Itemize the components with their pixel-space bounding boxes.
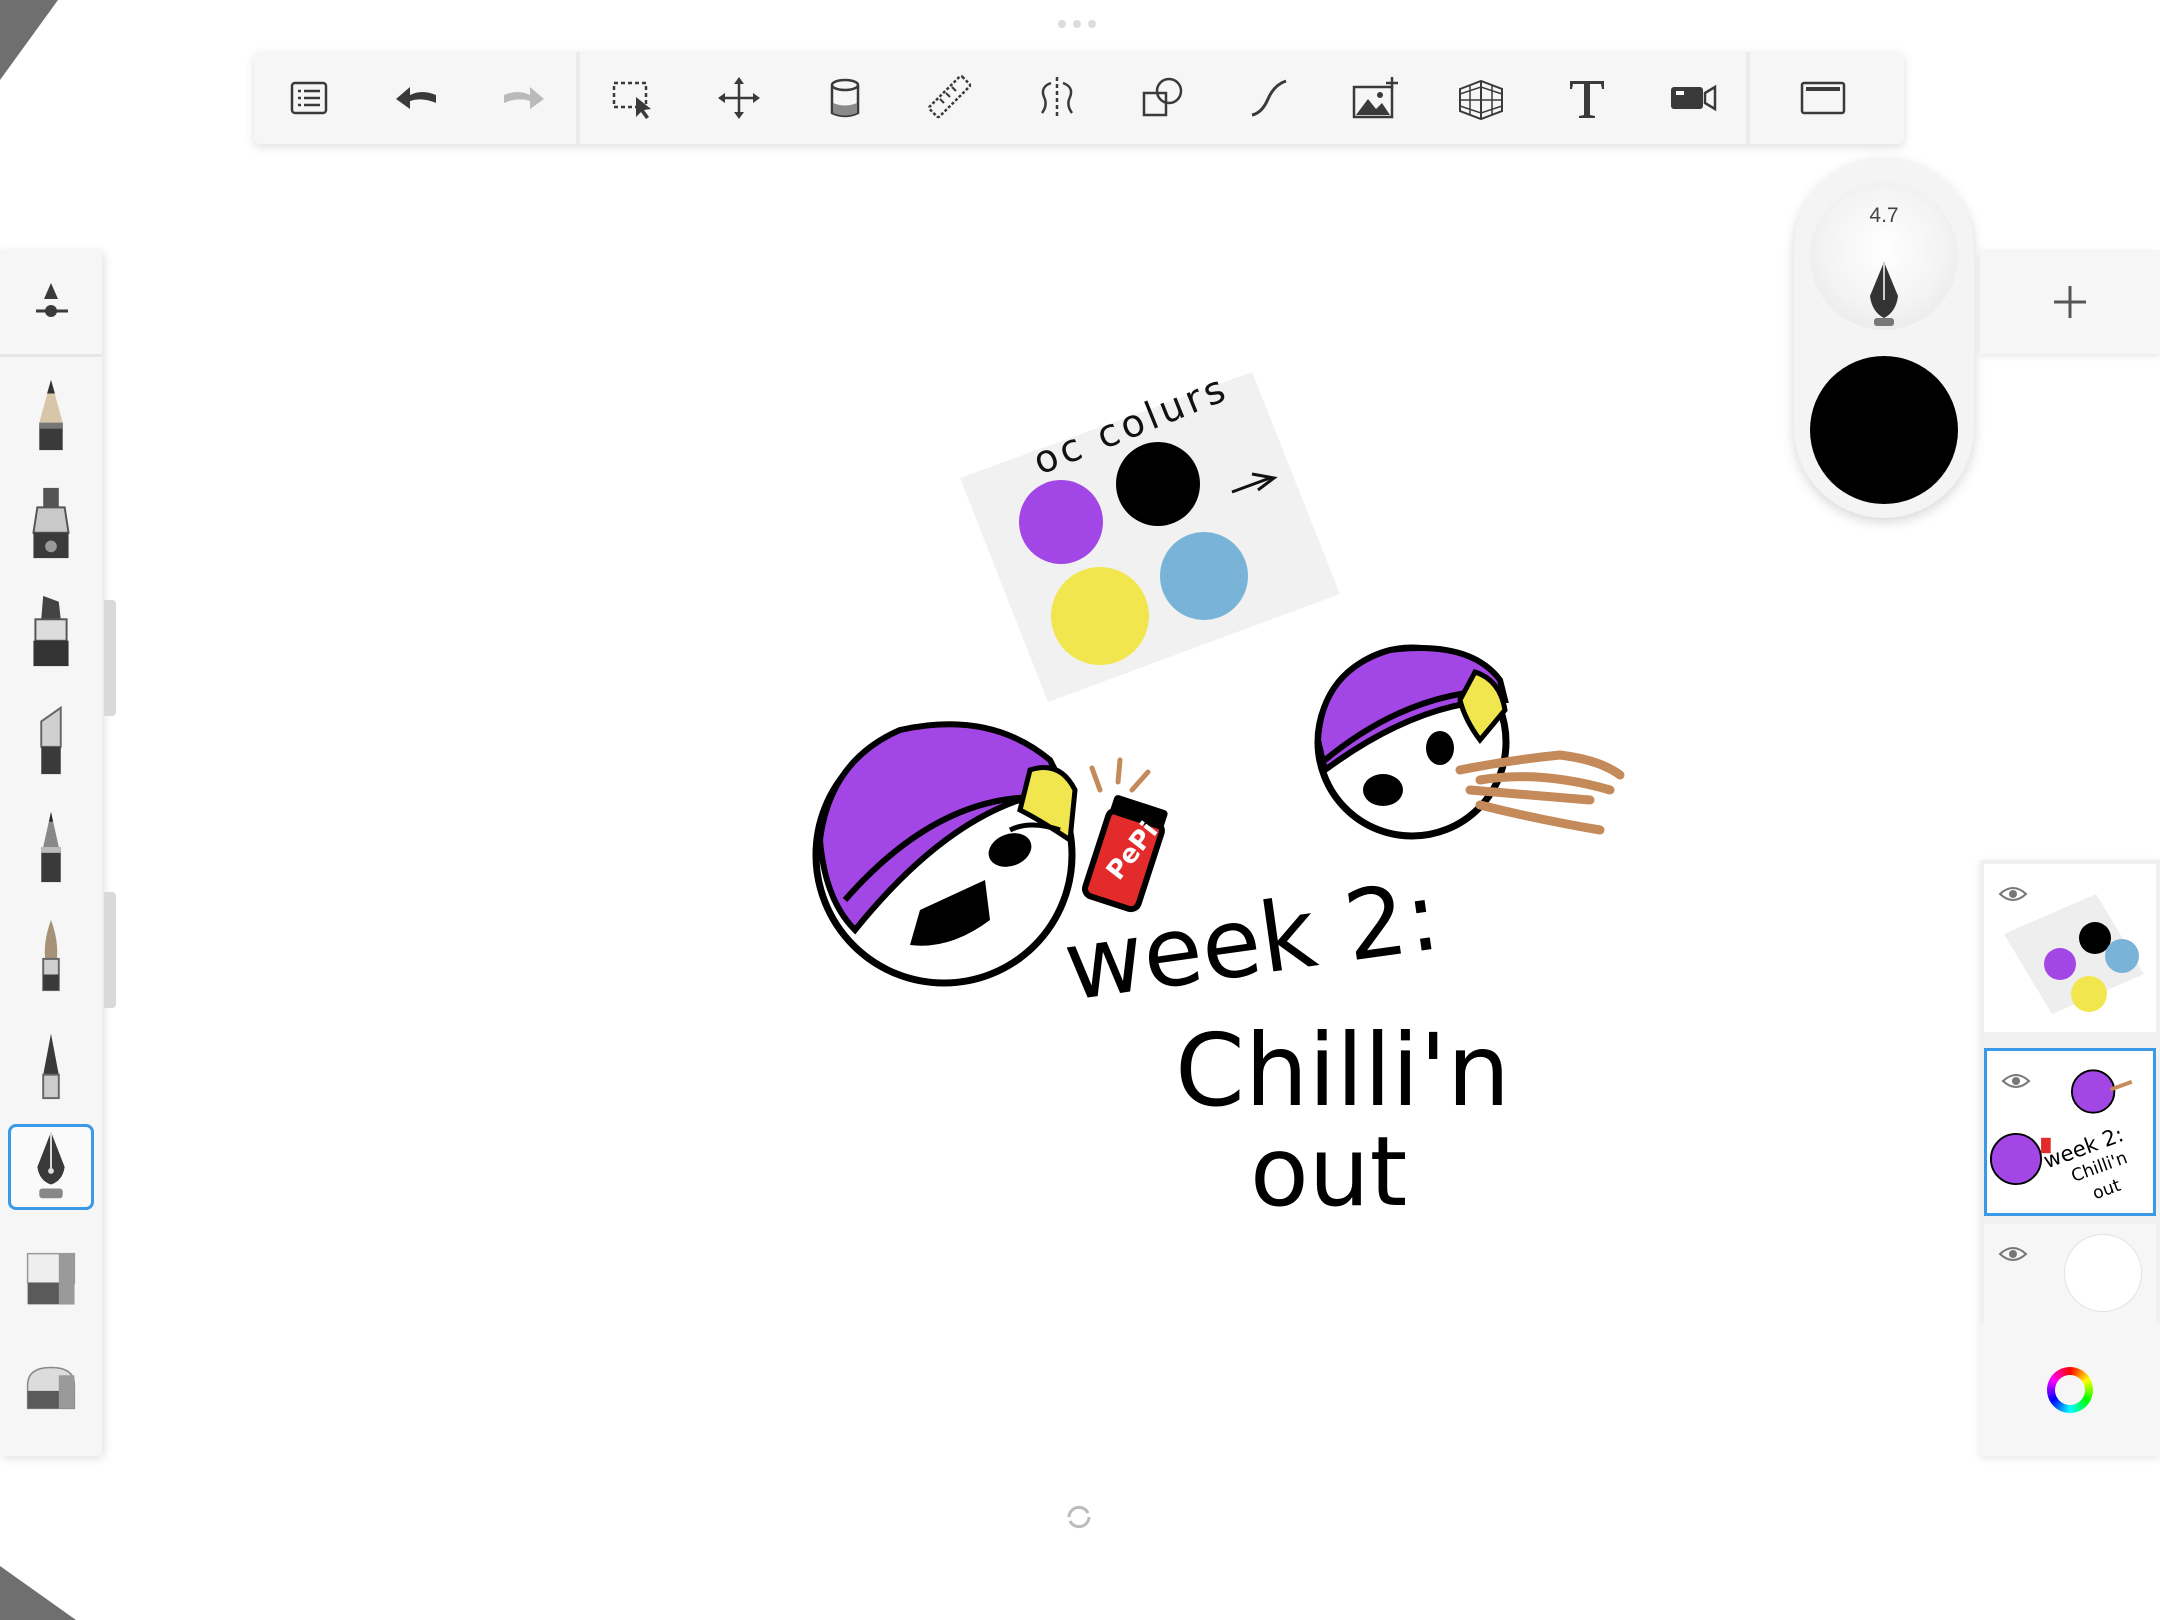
marker-icon[interactable] — [8, 588, 94, 674]
brush-opacity-slider[interactable] — [104, 892, 116, 1008]
fullscreen-icon[interactable] — [1750, 52, 1896, 144]
can-label: PePi — [1101, 817, 1164, 886]
add-layer-button[interactable] — [1980, 250, 2160, 354]
title-line-3: out — [1250, 1116, 1407, 1228]
shapes-icon[interactable] — [1110, 52, 1216, 144]
color-editor-button[interactable] — [1980, 1324, 2160, 1456]
brush-palette — [0, 250, 102, 1456]
background-color-circle — [2064, 1234, 2142, 1312]
brush-size-slider[interactable] — [104, 600, 116, 716]
brush-properties-icon[interactable] — [0, 250, 102, 357]
hard-eraser-icon[interactable] — [8, 1344, 94, 1430]
paintbrush-icon[interactable] — [8, 912, 94, 998]
transform-icon[interactable] — [686, 52, 792, 144]
record-icon[interactable] — [1640, 52, 1746, 144]
add-image-icon[interactable] — [1322, 52, 1428, 144]
palette-swatch-purple — [1019, 480, 1103, 564]
character-left: PePi — [812, 721, 1168, 987]
palette-swatch-yellow — [1051, 567, 1149, 665]
plus-icon — [2054, 286, 2086, 318]
selection-icon[interactable] — [580, 52, 686, 144]
chisel-marker-icon[interactable] — [8, 696, 94, 782]
top-toolbar — [254, 52, 1904, 144]
inking-pen-icon[interactable] — [8, 480, 94, 566]
technical-pen-icon[interactable] — [8, 804, 94, 890]
palette-swatch-blue — [1160, 532, 1248, 620]
palette-label: oc colurs — [1027, 365, 1235, 483]
artwork-title: week 2: Chilli'n out — [1058, 860, 1511, 1228]
redo-icon[interactable] — [470, 52, 576, 144]
curve-icon[interactable] — [1216, 52, 1322, 144]
soft-eraser-icon[interactable] — [8, 1236, 94, 1322]
pencil-icon[interactable] — [8, 372, 94, 458]
page-curl-bottom — [0, 1566, 76, 1620]
ballpoint-pen-icon[interactable] — [8, 1020, 94, 1106]
layer-palette[interactable] — [1984, 864, 2156, 1032]
layer-background[interactable] — [1984, 1224, 2156, 1324]
text-icon[interactable] — [1534, 52, 1640, 144]
calligraphy-pen-icon[interactable] — [8, 1124, 94, 1210]
palette-swatch-black — [1116, 442, 1200, 526]
calligraphy-pen-icon — [1870, 262, 1898, 326]
fill-icon[interactable] — [792, 52, 898, 144]
symmetry-icon[interactable] — [1004, 52, 1110, 144]
character-right — [1314, 644, 1625, 840]
visibility-eye-icon[interactable] — [1998, 884, 2028, 904]
ruler-icon[interactable] — [898, 52, 1004, 144]
brush-size-control[interactable]: 4.7 — [1810, 182, 1958, 330]
toolbar-grab-handle[interactable] — [1058, 20, 1096, 28]
brush-puck: 4.7 — [1794, 158, 1974, 518]
layer-drawing[interactable]: week 2: Chilli'n out — [1984, 1048, 2156, 1216]
svg-text:out: out — [2090, 1176, 2124, 1205]
undo-icon[interactable] — [364, 52, 470, 144]
palette-card: oc colurs — [960, 365, 1340, 702]
visibility-eye-icon[interactable] — [1998, 1244, 2028, 1264]
visibility-eye-icon[interactable] — [2001, 1071, 2031, 1091]
page-curl-top — [0, 0, 58, 80]
list-icon[interactable] — [254, 52, 364, 144]
title-line-1: week 2: — [1058, 860, 1446, 1023]
color-swatch[interactable] — [1810, 356, 1958, 504]
perspective-icon[interactable] — [1428, 52, 1534, 144]
sync-icon[interactable] — [1064, 1502, 1094, 1532]
brush-size-value: 4.7 — [1869, 204, 1899, 227]
color-wheel-icon — [2047, 1367, 2093, 1413]
title-line-2: Chilli'n — [1175, 1012, 1510, 1129]
